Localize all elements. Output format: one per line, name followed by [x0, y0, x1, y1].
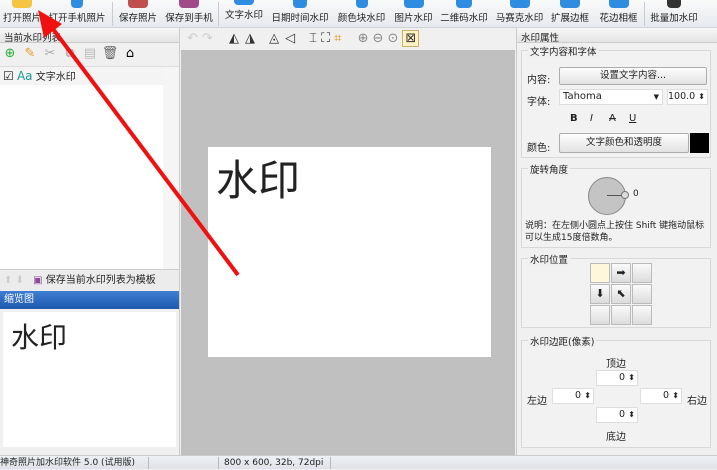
annotation-arrow: [38, 10, 240, 277]
arrow-shaft: [48, 23, 240, 277]
